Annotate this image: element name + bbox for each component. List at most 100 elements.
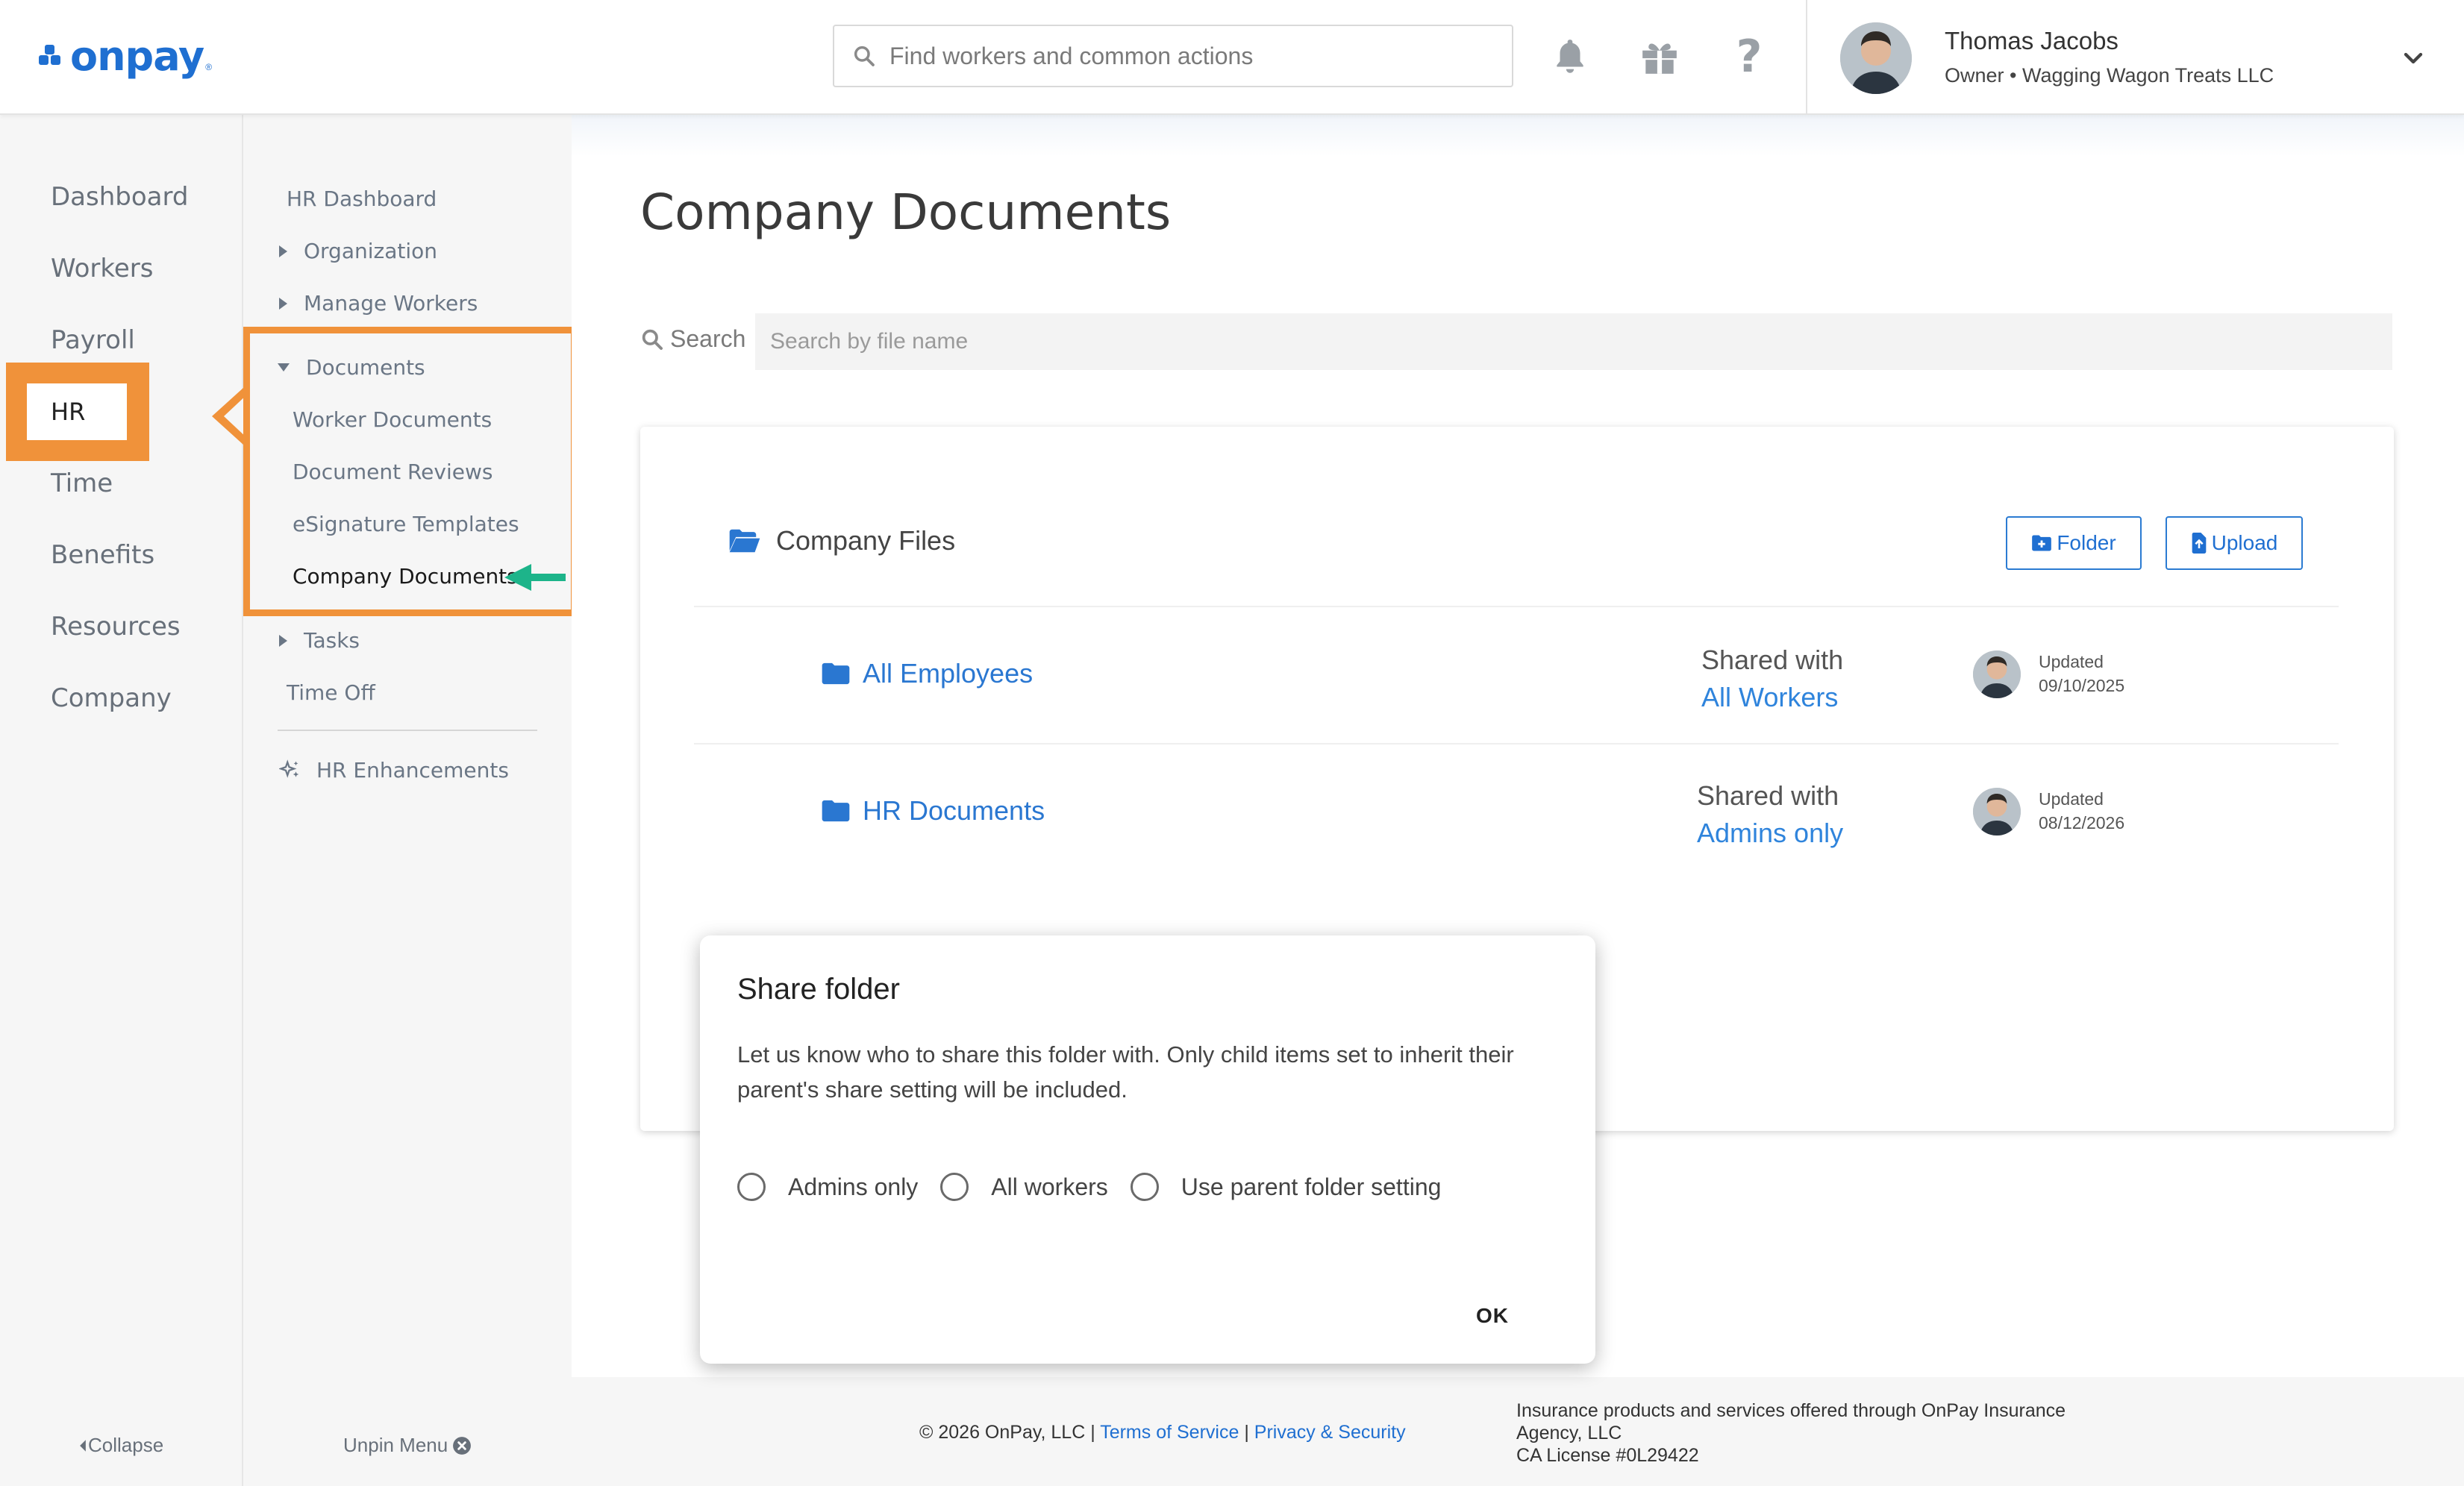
top-header: onpay ® ? Thomas Jacobs Owner • Wagging … [0,0,2464,115]
subnav-company-documents[interactable]: Company Documents [293,564,518,589]
nav-item-time[interactable]: Time [51,468,113,498]
folder-name-text: All Employees [863,658,1034,689]
subnav-separator [278,730,537,731]
subnav-time-off[interactable]: Time Off [287,680,375,705]
nav-item-hr-label: HR [51,398,86,426]
folder-row-all-employees[interactable]: All Employees [821,658,1033,689]
chevron-down-icon[interactable] [2398,43,2428,73]
updated-label: Updated [2039,789,2104,809]
footer-copyright: © 2026 OnPay, LLC | [919,1422,1095,1443]
insurance-line-1: Insurance products and services offered … [1516,1400,2066,1421]
subnav-hr-enhancements-label: HR Enhancements [316,758,509,783]
subnav-organization[interactable]: Organization [279,239,437,263]
privacy-security-link[interactable]: Privacy & Security [1254,1422,1406,1443]
radio-all-workers-label[interactable]: All workers [991,1173,1107,1201]
subnav-documents[interactable]: Documents [278,355,425,380]
caret-right-icon [279,245,287,257]
nav-item-company[interactable]: Company [51,683,172,713]
shared-with-label: Shared with [1701,645,1844,675]
radio-all-workers[interactable] [940,1173,969,1201]
radio-use-parent-setting-label[interactable]: Use parent folder setting [1181,1173,1442,1201]
updated-date: 09/10/2025 [2039,676,2125,695]
updated-date: 08/12/2026 [2039,813,2125,833]
file-search-label: Search [640,325,745,353]
avatar [1973,650,2021,698]
nav-item-workers[interactable]: Workers [51,254,154,283]
nav-item-payroll[interactable]: Payroll [51,325,135,355]
user-name: Thomas Jacobs [1945,27,2119,54]
subnav-manage-workers-label: Manage Workers [304,291,478,316]
file-search-field[interactable] [755,313,2392,370]
row-divider [694,606,2339,607]
nav-item-resources[interactable]: Resources [51,612,181,642]
bell-icon[interactable] [1546,33,1594,81]
header-divider [1806,0,1807,115]
folder-icon [822,800,850,822]
secondary-nav [243,115,572,1486]
ok-button[interactable]: OK [1476,1304,1509,1328]
global-search-input[interactable] [889,42,1472,70]
user-avatar[interactable] [1840,22,1912,94]
shared-with-value[interactable]: All Workers [1701,682,1838,713]
subnav-document-reviews[interactable]: Document Reviews [293,460,493,484]
terms-of-service-link[interactable]: Terms of Service [1100,1422,1239,1443]
unpin-label: Unpin Menu [343,1434,448,1456]
global-search[interactable] [833,25,1513,87]
file-search-input[interactable] [770,329,2337,354]
user-role: Owner • Wagging Wagon Treats LLC [1945,64,2274,87]
subnav-documents-label: Documents [306,355,425,380]
logo-registered-mark: ® [205,62,213,72]
collapse-button[interactable]: Collapse [78,1434,163,1457]
radio-admins-only-label[interactable]: Admins only [788,1173,918,1201]
company-files-title-text: Company Files [776,525,956,556]
subnav-tasks-label: Tasks [304,628,360,653]
new-folder-button[interactable]: Folder [2006,516,2142,570]
folder-open-icon [729,529,760,553]
subnav-hr-enhancements[interactable]: HR Enhancements [279,758,509,783]
folder-icon [822,662,850,685]
updated-label: Updated [2039,652,2104,671]
subnav-hr-dashboard-label: HR Dashboard [287,186,437,211]
subnav-organization-label: Organization [304,239,438,263]
nav-item-dashboard[interactable]: Dashboard [51,182,188,212]
new-folder-label: Folder [2057,531,2116,554]
radio-admins-only[interactable] [737,1173,766,1201]
share-options: Admins only All workers Use parent folde… [737,1173,1463,1201]
caret-down-icon [278,363,290,372]
avatar [1973,788,2021,836]
subnav-manage-workers[interactable]: Manage Workers [279,291,478,316]
file-search-label-text: Search [670,325,746,352]
green-arrow-icon [504,564,566,591]
insurance-line-2: Agency, LLC [1516,1423,1622,1443]
unpin-menu-button[interactable]: Unpin Menu [343,1434,472,1457]
primary-nav [0,115,243,1486]
folder-plus-icon [2032,535,2052,551]
folder-row-hr-documents[interactable]: HR Documents [821,795,1045,827]
collapse-label: Collapse [88,1434,164,1456]
radio-use-parent-setting[interactable] [1130,1173,1159,1201]
close-circle-icon [453,1436,472,1455]
sparkle-icon [279,759,299,778]
file-upload-icon [2192,533,2206,554]
share-folder-dialog: Share folder Let us know who to share th… [700,935,1595,1364]
onpay-logo[interactable]: onpay ® [39,30,212,82]
shared-with-label: Shared with [1697,780,1839,811]
subnav-hr-dashboard[interactable]: HR Dashboard [287,186,437,211]
insurance-line-3: CA License #0L29422 [1516,1445,1699,1466]
upload-label: Upload [2211,531,2278,554]
help-icon[interactable]: ? [1725,31,1773,83]
nav-item-benefits[interactable]: Benefits [51,540,154,570]
shared-with-value[interactable]: Admins only [1697,818,1843,849]
company-files-title: Company Files [728,525,955,557]
search-icon [642,329,663,350]
dialog-body: Let us know who to share this folder wit… [737,1041,1514,1103]
subnav-esignature-templates[interactable]: eSignature Templates [293,512,519,536]
caret-right-icon [279,297,287,310]
footer-separator: | [1244,1422,1249,1443]
footer-links: © 2026 OnPay, LLC | Terms of Service | P… [919,1422,1406,1443]
search-icon [854,46,875,66]
subnav-worker-documents[interactable]: Worker Documents [293,407,492,432]
gift-icon[interactable] [1636,33,1683,81]
subnav-tasks[interactable]: Tasks [279,628,360,653]
upload-button[interactable]: Upload [2166,516,2303,570]
